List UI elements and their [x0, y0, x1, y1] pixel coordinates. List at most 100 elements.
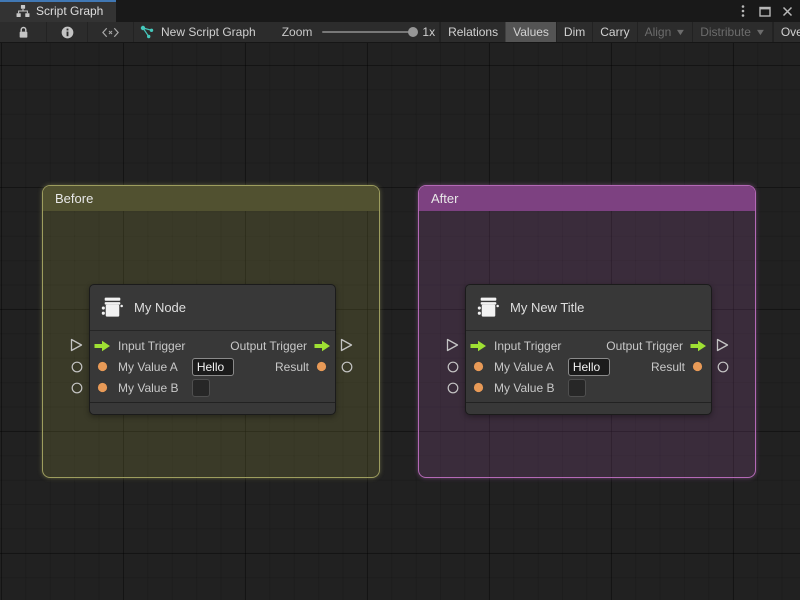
- port-row: My Value B: [90, 377, 335, 398]
- port-row: My Value B: [466, 377, 711, 398]
- group-after[interactable]: After My New Title Input Trigger Output …: [418, 185, 756, 478]
- port-label: My Value B: [494, 380, 555, 395]
- external-flow-port[interactable]: [716, 338, 729, 352]
- tab-script-graph[interactable]: Script Graph: [0, 0, 116, 22]
- lock-icon: [18, 26, 29, 39]
- result-port[interactable]: Result: [651, 360, 711, 374]
- node-header[interactable]: My New Title: [466, 285, 711, 331]
- tab-label: Script Graph: [36, 4, 104, 18]
- close-icon[interactable]: [778, 2, 796, 20]
- my-value-b-port[interactable]: My Value B: [94, 378, 211, 397]
- group-before[interactable]: Before My Node Input Trigger Output Trig…: [42, 185, 380, 478]
- group-label: After: [431, 191, 459, 206]
- node-body: Input Trigger Output Trigger My Value A …: [466, 331, 711, 398]
- value-a-input[interactable]: [191, 357, 234, 376]
- kebab-menu-icon[interactable]: [734, 2, 752, 20]
- my-value-a-port[interactable]: My Value A: [470, 357, 610, 376]
- flow-port-icon: [690, 340, 707, 352]
- port-label: Input Trigger: [118, 338, 186, 353]
- group-after-header[interactable]: After: [419, 186, 755, 211]
- port-label: Result: [650, 359, 685, 374]
- external-data-port[interactable]: [447, 361, 459, 373]
- graph-title-button[interactable]: New Script Graph: [134, 22, 264, 42]
- script-graph-icon: [140, 25, 154, 39]
- data-port-icon: [470, 382, 487, 393]
- code-icon: [101, 27, 120, 38]
- align-label: Align: [644, 25, 672, 39]
- carry-button[interactable]: Carry: [592, 22, 636, 42]
- my-value-b-port[interactable]: My Value B: [470, 378, 587, 397]
- port-row: My Value A Result: [466, 356, 711, 377]
- external-flow-port[interactable]: [446, 338, 459, 352]
- zoom-value: 1x: [422, 25, 436, 39]
- graph-name-label: New Script Graph: [161, 25, 256, 39]
- external-flow-port[interactable]: [340, 338, 353, 352]
- maximize-icon[interactable]: [756, 2, 774, 20]
- input-trigger-port[interactable]: Input Trigger: [470, 339, 561, 353]
- data-port-icon: [470, 361, 487, 372]
- chevron-down-icon: ▼: [674, 27, 687, 37]
- port-label: Output Trigger: [606, 338, 683, 353]
- flow-port-icon: [470, 340, 487, 352]
- flow-port-icon: [314, 340, 331, 352]
- node-my-node[interactable]: My Node Input Trigger Output Trigger My …: [89, 284, 336, 415]
- port-label: Result: [274, 359, 309, 374]
- value-a-input[interactable]: [567, 357, 610, 376]
- external-data-port[interactable]: [447, 382, 459, 394]
- graph-canvas[interactable]: Before My Node Input Trigger Output Trig…: [0, 43, 800, 600]
- external-data-port[interactable]: [71, 382, 83, 394]
- output-trigger-port[interactable]: Output Trigger: [606, 339, 711, 353]
- node-body: Input Trigger Output Trigger My Value A …: [90, 331, 335, 398]
- hierarchy-icon: [16, 4, 30, 18]
- overview-button[interactable]: Overview: [772, 22, 800, 42]
- lock-button[interactable]: [0, 22, 46, 42]
- code-preview-button[interactable]: [88, 22, 133, 42]
- data-port-icon: [692, 361, 703, 372]
- info-button[interactable]: [47, 22, 87, 42]
- node-footer: [90, 402, 335, 412]
- port-row: My Value A Result: [90, 356, 335, 377]
- flow-port-icon: [94, 340, 111, 352]
- zoom-label: Zoom: [281, 25, 313, 39]
- port-label: Output Trigger: [230, 338, 307, 353]
- script-graph-window: Script Graph New Script Graph Zoom 1x Re…: [0, 0, 800, 600]
- toolbar: New Script Graph Zoom 1x Relations Value…: [0, 22, 800, 43]
- data-port-icon: [94, 382, 111, 393]
- align-dropdown[interactable]: Align ▼: [636, 22, 693, 42]
- info-icon: [61, 26, 74, 39]
- port-row: Input Trigger Output Trigger: [466, 335, 711, 356]
- port-label: My Value A: [118, 359, 178, 374]
- relations-button[interactable]: Relations: [440, 22, 505, 42]
- my-value-a-port[interactable]: My Value A: [94, 357, 234, 376]
- value-b-input[interactable]: [192, 378, 211, 397]
- zoom-slider-handle[interactable]: [408, 27, 419, 37]
- output-trigger-port[interactable]: Output Trigger: [230, 339, 335, 353]
- node-title: My Node: [134, 300, 187, 315]
- node-title: My New Title: [510, 300, 585, 315]
- external-data-port[interactable]: [341, 361, 353, 373]
- node-my-new-title[interactable]: My New Title Input Trigger Output Trigge…: [465, 284, 712, 415]
- group-before-header[interactable]: Before: [43, 186, 379, 211]
- unit-node-icon: [476, 295, 501, 320]
- value-b-input[interactable]: [568, 378, 587, 397]
- port-label: Input Trigger: [494, 338, 562, 353]
- chevron-down-icon: ▼: [754, 27, 767, 37]
- input-trigger-port[interactable]: Input Trigger: [94, 339, 185, 353]
- node-header[interactable]: My Node: [90, 285, 335, 331]
- external-flow-port[interactable]: [70, 338, 83, 352]
- port-label: My Value B: [118, 380, 179, 395]
- port-row: Input Trigger Output Trigger: [90, 335, 335, 356]
- zoom-slider[interactable]: [322, 27, 419, 37]
- distribute-dropdown[interactable]: Distribute ▼: [692, 22, 772, 42]
- node-footer: [466, 402, 711, 412]
- port-label: My Value A: [494, 359, 554, 374]
- dim-button[interactable]: Dim: [555, 22, 592, 42]
- values-button[interactable]: Values: [505, 22, 556, 42]
- group-label: Before: [55, 191, 94, 206]
- data-port-icon: [94, 361, 111, 372]
- tab-bar: Script Graph: [0, 0, 800, 22]
- result-port[interactable]: Result: [275, 360, 335, 374]
- external-data-port[interactable]: [71, 361, 83, 373]
- external-data-port[interactable]: [717, 361, 729, 373]
- unit-node-icon: [100, 295, 125, 320]
